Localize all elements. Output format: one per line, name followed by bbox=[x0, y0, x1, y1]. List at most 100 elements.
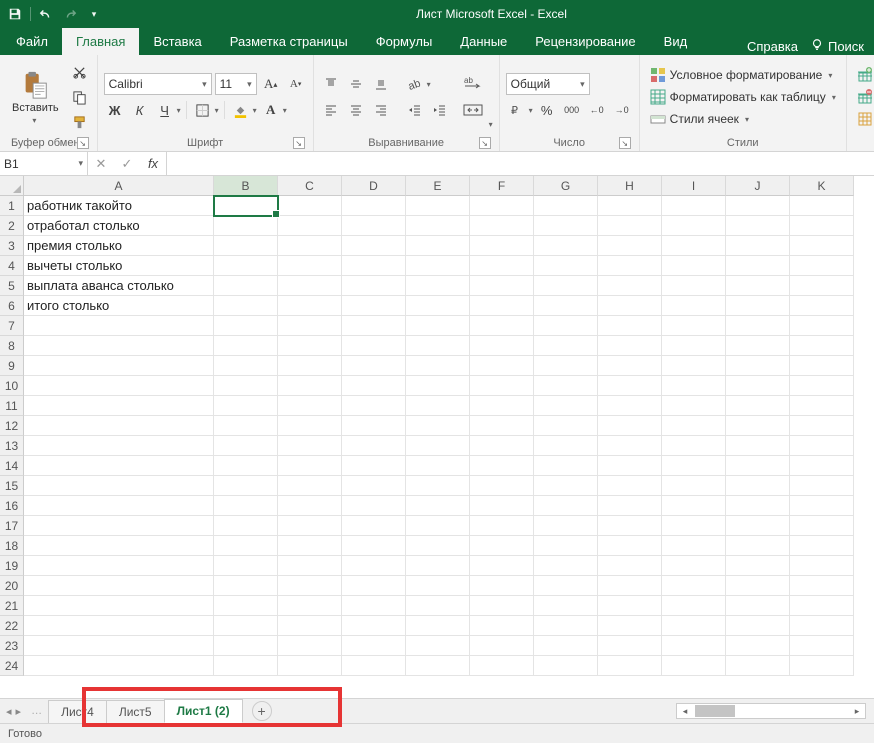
column-header[interactable]: I bbox=[662, 176, 726, 196]
cell[interactable] bbox=[726, 316, 790, 336]
cell[interactable] bbox=[534, 536, 598, 556]
row-header[interactable]: 19 bbox=[0, 556, 24, 576]
cell[interactable] bbox=[662, 356, 726, 376]
cell[interactable] bbox=[214, 216, 278, 236]
cell[interactable] bbox=[790, 376, 854, 396]
cell[interactable] bbox=[598, 256, 662, 276]
cell[interactable] bbox=[470, 396, 534, 416]
cell[interactable] bbox=[342, 536, 406, 556]
cell[interactable] bbox=[534, 476, 598, 496]
cell[interactable] bbox=[726, 516, 790, 536]
cell[interactable] bbox=[214, 436, 278, 456]
cell[interactable] bbox=[406, 656, 470, 676]
cell[interactable] bbox=[726, 656, 790, 676]
cell[interactable] bbox=[534, 576, 598, 596]
cell[interactable] bbox=[790, 476, 854, 496]
cell[interactable] bbox=[342, 336, 406, 356]
cell[interactable] bbox=[790, 636, 854, 656]
cell[interactable] bbox=[598, 376, 662, 396]
dialog-launcher-icon[interactable]: ↘ bbox=[77, 137, 89, 149]
cell[interactable] bbox=[470, 196, 534, 216]
cell-styles-button[interactable]: Стили ячеек▾ bbox=[646, 108, 840, 130]
cell[interactable] bbox=[790, 316, 854, 336]
row-header[interactable]: 20 bbox=[0, 576, 24, 596]
decrease-indent-button[interactable] bbox=[404, 99, 426, 121]
row-header[interactable]: 16 bbox=[0, 496, 24, 516]
cell[interactable] bbox=[406, 536, 470, 556]
cell[interactable] bbox=[534, 516, 598, 536]
cell[interactable] bbox=[24, 436, 214, 456]
cell[interactable] bbox=[790, 436, 854, 456]
cell[interactable] bbox=[598, 416, 662, 436]
sheet-tab[interactable]: Лист4 bbox=[48, 700, 107, 723]
cell[interactable] bbox=[726, 336, 790, 356]
name-box[interactable]: B1▾ bbox=[0, 152, 88, 175]
cell[interactable] bbox=[342, 276, 406, 296]
cell[interactable] bbox=[470, 436, 534, 456]
cell[interactable] bbox=[534, 256, 598, 276]
cell[interactable] bbox=[406, 616, 470, 636]
cell[interactable] bbox=[24, 576, 214, 596]
font-name-combo[interactable]: Calibri▾ bbox=[104, 73, 212, 95]
cell[interactable] bbox=[662, 516, 726, 536]
fill-color-button[interactable] bbox=[230, 99, 252, 121]
cell[interactable] bbox=[470, 496, 534, 516]
font-color-button[interactable]: A bbox=[260, 99, 282, 121]
cell[interactable] bbox=[342, 576, 406, 596]
sheet-nav-next-icon[interactable]: ▸ bbox=[16, 705, 22, 718]
cell[interactable] bbox=[342, 256, 406, 276]
row-header[interactable]: 15 bbox=[0, 476, 24, 496]
cell[interactable] bbox=[662, 656, 726, 676]
cell[interactable] bbox=[214, 556, 278, 576]
cell[interactable] bbox=[598, 476, 662, 496]
cell[interactable]: отработал столько bbox=[24, 216, 214, 236]
cell[interactable] bbox=[790, 576, 854, 596]
percent-format-button[interactable]: % bbox=[536, 99, 558, 121]
cell[interactable] bbox=[534, 596, 598, 616]
cell[interactable] bbox=[214, 296, 278, 316]
cell[interactable] bbox=[214, 376, 278, 396]
cell[interactable] bbox=[214, 616, 278, 636]
cell[interactable] bbox=[662, 216, 726, 236]
cell[interactable] bbox=[790, 536, 854, 556]
cell[interactable] bbox=[726, 476, 790, 496]
number-format-combo[interactable]: Общий▾ bbox=[506, 73, 590, 95]
cell[interactable] bbox=[342, 356, 406, 376]
merge-center-button[interactable] bbox=[459, 99, 487, 121]
cell[interactable] bbox=[790, 616, 854, 636]
cell[interactable] bbox=[534, 496, 598, 516]
enter-formula-button[interactable]: ✓ bbox=[114, 156, 140, 172]
row-header[interactable]: 2 bbox=[0, 216, 24, 236]
cell[interactable] bbox=[534, 376, 598, 396]
italic-button[interactable]: К bbox=[129, 99, 151, 121]
cell[interactable] bbox=[342, 316, 406, 336]
cell[interactable] bbox=[278, 256, 342, 276]
cell[interactable] bbox=[470, 356, 534, 376]
cell[interactable] bbox=[662, 336, 726, 356]
new-sheet-button[interactable]: + bbox=[252, 701, 272, 721]
column-header[interactable]: F bbox=[470, 176, 534, 196]
row-header[interactable]: 17 bbox=[0, 516, 24, 536]
cell[interactable] bbox=[278, 436, 342, 456]
cell[interactable] bbox=[534, 336, 598, 356]
cell[interactable] bbox=[662, 556, 726, 576]
cell[interactable] bbox=[406, 576, 470, 596]
cell[interactable] bbox=[726, 436, 790, 456]
cell[interactable] bbox=[406, 456, 470, 476]
cell[interactable] bbox=[470, 596, 534, 616]
cell[interactable] bbox=[214, 316, 278, 336]
row-header[interactable]: 23 bbox=[0, 636, 24, 656]
cell[interactable] bbox=[406, 416, 470, 436]
cell[interactable] bbox=[790, 256, 854, 276]
cell[interactable] bbox=[214, 456, 278, 476]
cell[interactable] bbox=[790, 196, 854, 216]
cell[interactable] bbox=[406, 336, 470, 356]
cell[interactable] bbox=[342, 496, 406, 516]
cell[interactable] bbox=[278, 536, 342, 556]
column-header[interactable]: E bbox=[406, 176, 470, 196]
cell[interactable] bbox=[470, 316, 534, 336]
cell[interactable] bbox=[662, 476, 726, 496]
cell[interactable] bbox=[278, 496, 342, 516]
cell[interactable] bbox=[534, 356, 598, 376]
cell[interactable] bbox=[790, 456, 854, 476]
